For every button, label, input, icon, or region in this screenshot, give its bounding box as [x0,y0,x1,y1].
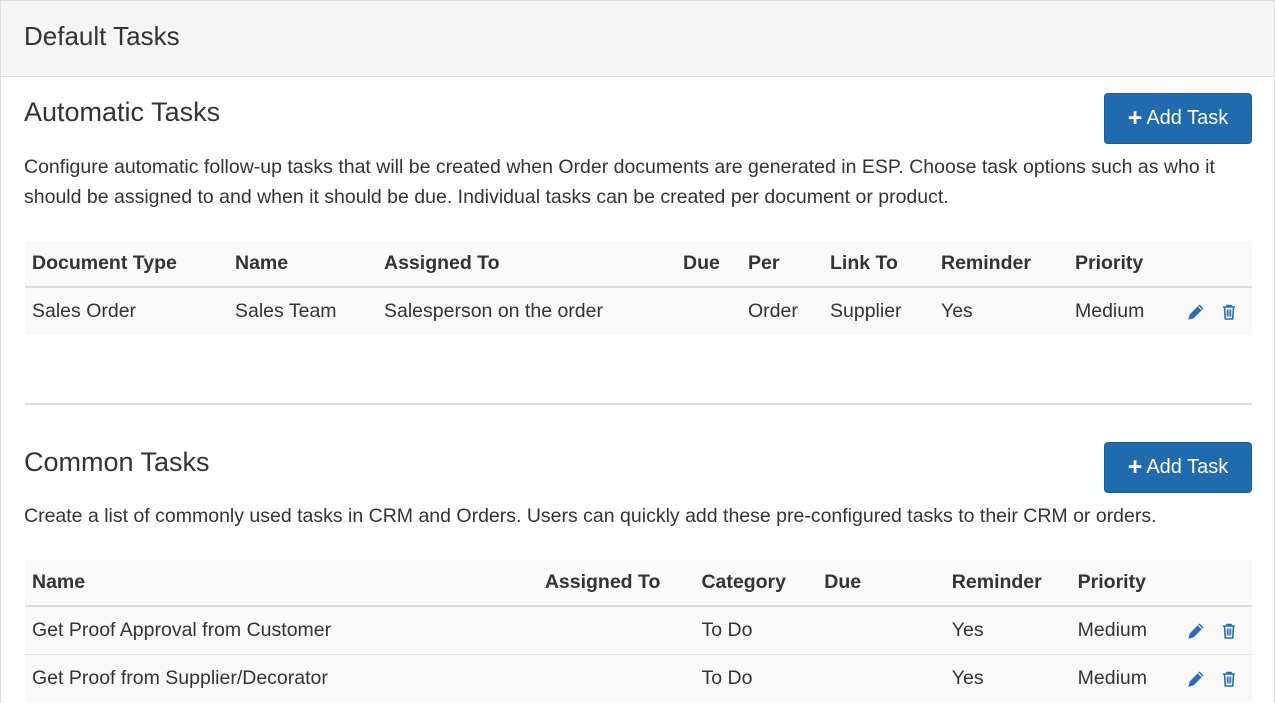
common-tasks-table: Name Assigned To Category Due Reminder P… [25,560,1252,702]
cell-category: To Do [694,653,818,702]
column-header[interactable]: Reminder [934,241,1068,288]
column-header[interactable]: Category [694,560,818,607]
cell-assigned-to [538,606,695,654]
panel-heading: Default Tasks [1,1,1274,77]
row-actions [1171,606,1252,654]
panel-title: Default Tasks [24,21,180,51]
cell-per: Order [748,300,798,322]
cell-assigned-to [537,653,695,702]
plus-icon: + [1127,453,1143,481]
column-header[interactable]: Name [228,241,377,288]
cell-name: Sales Team [235,300,337,322]
table-header-row: Document Type Name Assigned To Due Per L… [25,241,1252,288]
actions-header [1170,560,1252,607]
table-row: Get Proof Approval from Customer To Do Y… [25,606,1252,654]
trash-icon[interactable] [1219,621,1239,641]
column-header[interactable]: Priority [1068,241,1166,288]
pencil-icon[interactable] [1186,621,1206,641]
table-header-row: Name Assigned To Category Due Reminder P… [25,560,1252,607]
add-task-label: Add Task [1146,456,1229,478]
trash-icon[interactable] [1219,669,1239,689]
automatic-tasks-title: Automatic Tasks [24,97,221,127]
cell-priority: Medium [1070,653,1171,702]
add-automatic-task-button[interactable]: + Add Task [1104,93,1252,144]
column-header[interactable]: Name [25,560,538,607]
trash-icon[interactable] [1219,302,1239,322]
column-header[interactable]: Link To [823,241,934,288]
cell-name: Get Proof Approval from Customer [32,618,332,641]
column-header[interactable]: Reminder [944,560,1071,607]
cell-category: To Do [701,618,753,641]
pencil-icon[interactable] [1186,669,1206,689]
pencil-icon[interactable] [1186,302,1206,322]
column-header[interactable]: Per [741,241,823,288]
cell-priority: Medium [1075,300,1145,322]
cell-due [817,606,945,654]
common-tasks-title: Common Tasks [24,447,210,477]
section-divider [25,403,1252,405]
cell-reminder: Yes [944,653,1071,702]
automatic-tasks-description: Configure automatic follow-up tasks that… [24,156,1215,208]
actions-header [1166,241,1252,288]
column-header[interactable]: Document Type [25,241,228,288]
cell-due [676,287,741,335]
cell-priority: Medium [1077,618,1147,641]
row-actions [1170,653,1252,702]
cell-due [817,653,945,702]
column-header[interactable]: Priority [1070,560,1171,607]
column-header[interactable]: Due [817,560,945,607]
cell-reminder: Yes [951,618,984,641]
add-common-task-button[interactable]: + Add Task [1104,442,1252,493]
cell-name: Get Proof from Supplier/Decorator [25,653,538,702]
common-tasks-description: Create a list of commonly used tasks in … [24,505,1157,527]
add-task-label: Add Task [1146,107,1229,129]
cell-reminder: Yes [941,300,973,322]
default-tasks-panel: Default Tasks Automatic Tasks + Add Task… [0,0,1275,703]
plus-icon: + [1127,104,1143,132]
row-actions [1166,287,1252,335]
automatic-tasks-table: Document Type Name Assigned To Due Per L… [25,241,1252,335]
table-row: Sales Order Sales Team Salesperson on th… [25,287,1252,335]
column-header[interactable]: Assigned To [377,241,676,288]
column-header[interactable]: Due [676,241,741,288]
column-header[interactable]: Assigned To [537,560,695,607]
table-row: Get Proof from Supplier/Decorator To Do … [25,653,1252,702]
cell-assigned-to: Salesperson on the order [384,300,603,322]
cell-link-to: Supplier [830,300,902,322]
cell-document-type: Sales Order [32,300,137,322]
